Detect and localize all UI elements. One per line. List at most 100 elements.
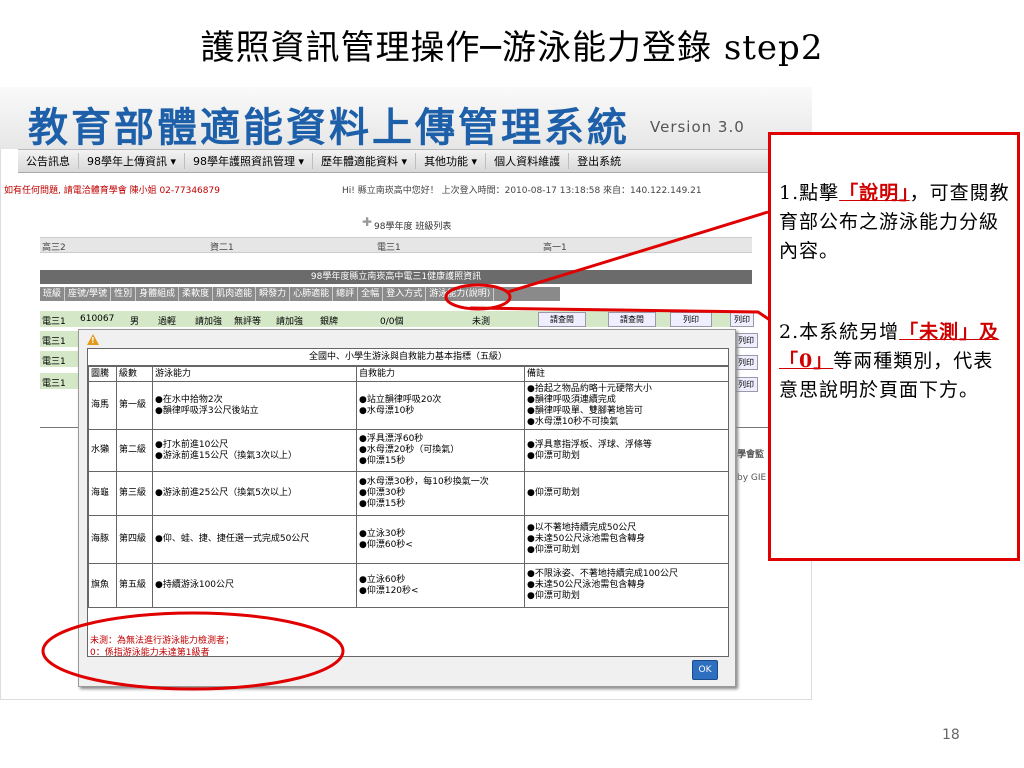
cell-rescue: ●立泳60秒 ●仰漂120秒< xyxy=(356,563,525,608)
table-row: 旗魚 第五級 ●持續游泳100公尺 ●立泳60秒 ●仰漂120秒< ●不限泳姿、不… xyxy=(88,563,729,608)
app-version: Version 3.0 xyxy=(650,118,745,136)
column-header: 圖騰 xyxy=(88,366,117,382)
column-header: 自救能力 xyxy=(356,366,525,382)
class-link[interactable]: 高三2 xyxy=(42,240,66,253)
column-header: 全幅 xyxy=(358,287,384,301)
cell-note: ●仰漂可助划 xyxy=(524,471,729,516)
cell-muscle: 無評等 xyxy=(234,317,262,327)
instruction-callout: 1.點擊「說明」，可查閱教育部公布之游泳能力分級內容。 2.本系統另增「未測」及… xyxy=(768,132,1020,561)
footer-text: 學會監 xyxy=(737,450,765,460)
column-header: 級數 xyxy=(116,366,153,382)
cell-swim: ●游泳前進25公尺（換氣5次以上） xyxy=(152,471,357,516)
cell-totem: 水獺 xyxy=(88,429,117,472)
plus-icon: ✚ xyxy=(362,215,373,229)
table-row: 電三1 610067 男 過輕 請加強 無評等 請加強 銀牌 0/0個 未測 請… xyxy=(40,311,754,327)
cell-rescue: ●立泳30秒 ●仰漂60秒< xyxy=(356,515,525,564)
nav-profile[interactable]: 個人資料維護 xyxy=(486,153,570,169)
view-button[interactable]: 請查閱 xyxy=(538,312,586,327)
cell-body: 過輕 xyxy=(158,317,177,327)
cell-flex: 請加強 xyxy=(195,317,223,327)
table-row: 海豚 第四級 ●仰、蛙、捷、捷任選一式完成50公尺 ●立泳30秒 ●仰漂60秒< … xyxy=(88,515,729,564)
swim-level-dialog: ! 全國中、小學生游泳與自救能力基本指標（五級） 圖騰 級數 游泳能力 自救能力… xyxy=(78,329,736,687)
contact-text: 如有任何問題, 請電洽體育學會 陳小姐 02-77346879 xyxy=(4,186,220,196)
instruction-item-2: 2.本系統另增「未測」及「0」等兩種類別，代表意思說明於頁面下方。 xyxy=(779,321,1000,401)
nav-passport-management[interactable]: 98學年護照資訊管理 ▾ xyxy=(185,153,314,169)
cell-level: 第二級 xyxy=(116,429,153,472)
swim-standard-table-box: 全國中、小學生游泳與自救能力基本指標（五級） 圖騰 級數 游泳能力 自救能力 備… xyxy=(87,348,729,658)
print-button[interactable]: 列印 xyxy=(734,355,758,370)
cell-swim: ●仰、蛙、捷、捷任選一式完成50公尺 xyxy=(152,515,357,564)
cell-power: 請加強 xyxy=(276,317,304,327)
cell-id: 610067 xyxy=(80,314,115,324)
main-nav: 公告訊息 98學年上傳資訊 ▾ 98學年護照資訊管理 ▾ 歷年體適能資料 ▾ 其… xyxy=(18,149,812,173)
class-list-row: 高三2 資二1 電三1 高一1 xyxy=(40,237,752,253)
nav-history-data[interactable]: 歷年體適能資料 ▾ xyxy=(313,153,417,169)
cell-totem: 旗魚 xyxy=(88,563,117,608)
cell-note: ●以不著地持續完成50公尺 ●未達50公尺泳池需包含轉身 ●仰漂可助划 xyxy=(524,515,729,564)
class-link[interactable]: 資二1 xyxy=(210,240,234,253)
column-header: 班級 xyxy=(40,287,66,301)
cell-level: 第五級 xyxy=(116,563,153,608)
cell-swim: ●持續游泳100公尺 xyxy=(152,563,357,608)
nav-upload-info[interactable]: 98學年上傳資訊 ▾ xyxy=(79,153,186,169)
cell-totem: 海馬 xyxy=(88,381,117,430)
nav-other-functions[interactable]: 其他功能 ▾ xyxy=(416,153,487,169)
column-header: 肌肉適能 xyxy=(213,287,257,301)
column-header: 游泳能力 xyxy=(152,366,357,382)
student-table-header: 班級 座號/學號 性別 身體組成 柔軟度 肌肉適能 瞬發力 心肺適能 總評 全幅… xyxy=(40,287,560,301)
table-row: 海龜 第三級 ●游泳前進25公尺（換氣5次以上） ●水母漂30秒，每10秒換氣一… xyxy=(88,471,729,516)
cell-totem: 海豚 xyxy=(88,515,117,564)
column-header: 柔軟度 xyxy=(179,287,214,301)
app-title: 教育部體適能資料上傳管理系統 xyxy=(28,105,630,151)
class-link[interactable]: 電三1 xyxy=(377,240,401,253)
nav-announcements[interactable]: 公告訊息 xyxy=(18,153,79,169)
cell-totem: 海龜 xyxy=(88,471,117,516)
view-button[interactable]: 請查閱 xyxy=(608,312,656,327)
cell-note: ●浮具意指浮板、浮球、浮條等 ●仰漂可助划 xyxy=(524,429,729,472)
swim-standard-table: 圖騰 級數 游泳能力 自救能力 備註 海馬 第一級 ●在水中拾物2次 ●韻律呼吸浮… xyxy=(88,366,729,608)
info-bar: 如有任何問題, 請電洽體育學會 陳小姐 02-77346879 Hi! 縣立南崁… xyxy=(0,181,812,197)
table-row: 電三1 xyxy=(40,373,80,389)
cell-count: 0/0個 xyxy=(380,317,404,327)
swim-ability-help-link[interactable]: 游泳能力(說明) xyxy=(426,287,495,301)
screenshot: 教育部體適能資料上傳管理系統 Version 3.0 公告訊息 98學年上傳資訊… xyxy=(0,87,812,700)
cell-level: 第一級 xyxy=(116,381,153,430)
print-button[interactable]: 列印 xyxy=(734,377,758,392)
print-button[interactable]: 列印 xyxy=(670,312,712,327)
cell-swim: ●在水中拾物2次 ●韻律呼吸浮3公尺後站立 xyxy=(152,381,357,430)
ok-button[interactable]: OK xyxy=(692,660,718,680)
cell-level: 第三級 xyxy=(116,471,153,516)
class-link[interactable]: 高一1 xyxy=(543,240,567,253)
app-banner: 教育部體適能資料上傳管理系統 Version 3.0 xyxy=(0,87,812,151)
column-header: 登入方式 xyxy=(383,287,427,301)
nav-logout[interactable]: 登出系統 xyxy=(569,153,629,169)
cell-rescue: ●浮具漂浮60秒 ●水母漂20秒（可換氣） ●仰漂15秒 xyxy=(356,429,525,472)
column-header: 身體組成 xyxy=(136,287,180,301)
cell-class: 電三1 xyxy=(42,357,66,367)
cell-class: 電三1 xyxy=(42,379,66,389)
cell-class: 電三1 xyxy=(42,337,66,347)
footer-text: by GIE xyxy=(737,473,767,483)
print-button[interactable]: 列印 xyxy=(734,333,758,348)
note-zero: 0：係指游泳能力未達第1級者 xyxy=(90,648,210,658)
column-header: 總評 xyxy=(333,287,359,301)
column-header: 座號/學號 xyxy=(65,287,112,301)
cell-level: 第四級 xyxy=(116,515,153,564)
cell-rescue: ●站立韻律呼吸20次 ●水母漂10秒 xyxy=(356,381,525,430)
cell-note: ●不限泳姿、不著地持續完成100公尺 ●未達50公尺泳池需包含轉身 ●仰漂可助划 xyxy=(524,563,729,608)
table-row: 海馬 第一級 ●在水中拾物2次 ●韻律呼吸浮3公尺後站立 ●站立韻律呼吸20次 ●水… xyxy=(88,381,729,430)
table-row: 電三1 xyxy=(40,331,80,347)
page-number: 18 xyxy=(942,727,960,743)
slide-title: 護照資訊管理操作─游泳能力登錄 step2 xyxy=(200,28,824,68)
column-header: 性別 xyxy=(111,287,137,301)
cell-sex: 男 xyxy=(130,317,140,327)
class-info-header: 98學年度縣立南崁高中電三1健康護照資訊 xyxy=(40,270,752,284)
column-header: 瞬發力 xyxy=(256,287,291,301)
welcome-text: Hi! 縣立南崁高中您好！ 上次登入時間：2010-08-17 13:18:58… xyxy=(342,186,702,196)
column-header: 心肺適能 xyxy=(290,287,334,301)
cell-swim[interactable]: 未測 xyxy=(472,314,490,327)
table-row: 電三1 xyxy=(40,351,80,367)
cell-class: 電三1 xyxy=(42,317,66,327)
print-button[interactable]: 列印 xyxy=(730,312,754,327)
cell-note: ●拾起之物品約略十元硬幣大小 ●韻律呼吸須連續完成 ●韻律呼吸單、雙腳著地皆可 ●水母… xyxy=(524,381,729,430)
